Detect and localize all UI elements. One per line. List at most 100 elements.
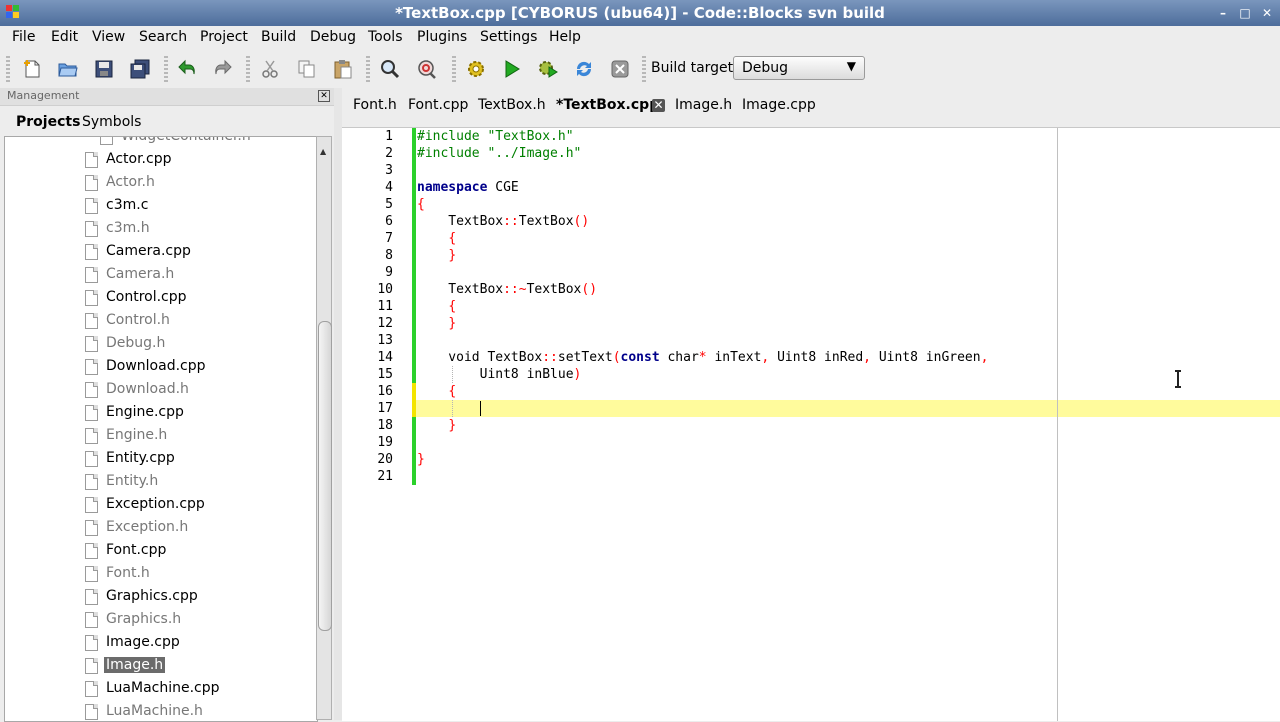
build-button[interactable]	[464, 58, 488, 80]
tree-item-label: Graphics.h	[106, 611, 182, 627]
undo-icon	[178, 59, 195, 75]
tab-symbols[interactable]: Symbols	[82, 114, 141, 130]
menu-tools[interactable]: Tools	[368, 29, 403, 45]
find-button[interactable]	[378, 58, 402, 80]
tree-item-label: Control.cpp	[106, 289, 187, 305]
build-target-label: Build target:	[651, 60, 738, 76]
new-file-button[interactable]	[20, 58, 44, 80]
line-number: 11	[377, 299, 393, 314]
line-number: 2	[385, 146, 393, 161]
build-target-select[interactable]: Debug ▼	[733, 56, 865, 80]
toolbar-grip-6[interactable]	[642, 56, 646, 82]
tree-item-label: Exception.cpp	[106, 496, 205, 512]
minimize-icon[interactable]: –	[1216, 6, 1230, 20]
window-title: *TextBox.cpp [CYBORUS (ubu64)] - Code::B…	[395, 4, 885, 22]
menu-settings[interactable]: Settings	[480, 29, 537, 45]
open-folder-icon	[58, 63, 78, 77]
menu-debug[interactable]: Debug	[310, 29, 356, 45]
scroll-up-icon[interactable]: ▲	[320, 147, 326, 156]
code-line: namespace CGE	[417, 180, 519, 195]
menu-project[interactable]: Project	[200, 29, 248, 45]
code-line: {	[448, 384, 457, 399]
management-header: Management ✕	[0, 88, 334, 106]
line-number: 1	[385, 129, 393, 144]
menu-search[interactable]: Search	[139, 29, 187, 45]
build-target-value: Debug	[742, 60, 789, 76]
tab-image-h[interactable]: Image.h	[675, 97, 732, 113]
copy-button[interactable]	[295, 58, 319, 80]
toolbar-grip-3[interactable]	[246, 56, 250, 82]
menu-help[interactable]: Help	[549, 29, 581, 45]
management-title: Management	[7, 89, 80, 102]
unsaved-change-bar	[412, 383, 416, 417]
project-tree-scrollbar[interactable]: ▲	[316, 136, 332, 720]
toolbar-grip-5[interactable]	[452, 56, 456, 82]
run-button[interactable]	[500, 58, 524, 80]
menu-plugins[interactable]: Plugins	[417, 29, 467, 45]
redo-button[interactable]	[211, 58, 235, 80]
project-tree[interactable]: WidgetContainer.h Actor.cpp Actor.h c3m.c c3…	[4, 136, 318, 722]
tab-font-h[interactable]: Font.h	[353, 97, 397, 113]
toolbar-grip-4[interactable]	[366, 56, 370, 82]
abort-button[interactable]	[608, 58, 632, 80]
file-icon	[85, 497, 98, 513]
code-line: #include "../Image.h"	[417, 146, 582, 161]
open-file-button[interactable]	[56, 58, 80, 80]
tab-close-icon[interactable]: ✕	[652, 99, 665, 112]
menu-file[interactable]: File	[12, 29, 35, 45]
file-icon	[85, 474, 98, 490]
paste-button[interactable]	[331, 58, 355, 80]
code-line: }	[448, 316, 457, 331]
close-icon[interactable]: ✕	[318, 90, 330, 102]
replace-button[interactable]	[414, 58, 438, 80]
tree-item-label: LuaMachine.h	[106, 703, 203, 719]
menu-bar: File Edit View Search Project Build Debu…	[0, 26, 1280, 48]
tree-item-label: Entity.cpp	[106, 450, 175, 466]
tree-item-label: Exception.h	[106, 519, 189, 535]
file-icon	[100, 137, 113, 145]
undo-button[interactable]	[175, 58, 199, 80]
save-all-button[interactable]	[128, 58, 152, 80]
toolbar-grip-2[interactable]	[164, 56, 168, 82]
menu-build[interactable]: Build	[261, 29, 296, 45]
toolbar-grip[interactable]	[6, 56, 10, 82]
tab-textbox-cpp[interactable]: *TextBox.cpp	[556, 97, 659, 113]
file-icon	[85, 313, 98, 329]
menu-view[interactable]: View	[92, 29, 125, 45]
tree-item-label: LuaMachine.cpp	[106, 680, 220, 696]
line-number: 6	[385, 214, 393, 229]
tab-projects[interactable]: Projects	[16, 114, 80, 130]
close-window-icon[interactable]: ✕	[1260, 6, 1274, 20]
tree-item-label: Graphics.cpp	[106, 588, 198, 604]
panel-splitter[interactable]	[334, 88, 342, 720]
find-replace-icon	[418, 60, 436, 79]
code-editor[interactable]: 1 2 3 4 5 6 7 8 9 10 11 12 13 14 15 16 17 18 19 20 21 #inclu…	[342, 127, 1280, 721]
indent-guide	[452, 400, 453, 417]
maximize-icon[interactable]: □	[1238, 6, 1252, 20]
text-caret	[480, 401, 481, 416]
tree-item-label: Control.h	[106, 312, 170, 328]
rebuild-button[interactable]	[572, 58, 596, 80]
gear-play-icon	[539, 61, 558, 78]
file-icon	[85, 221, 98, 237]
line-number-gutter: 1 2 3 4 5 6 7 8 9 10 11 12 13 14 15 16 17 18 19 20 21	[342, 128, 414, 721]
scrollbar-thumb[interactable]	[318, 321, 332, 631]
file-icon	[85, 704, 98, 720]
tree-item-label: Entity.h	[106, 473, 159, 489]
build-and-run-button[interactable]	[536, 58, 560, 80]
tab-font-cpp[interactable]: Font.cpp	[408, 97, 468, 113]
line-number: 15	[377, 367, 393, 382]
tree-item-label: Engine.cpp	[106, 404, 184, 420]
cut-button[interactable]	[258, 58, 282, 80]
save-button[interactable]	[92, 58, 116, 80]
menu-edit[interactable]: Edit	[51, 29, 78, 45]
code-line: #include "TextBox.h"	[417, 129, 574, 144]
file-icon	[85, 359, 98, 375]
new-file-icon	[24, 60, 40, 78]
tab-textbox-h[interactable]: TextBox.h	[478, 97, 546, 113]
rebuild-icon	[576, 61, 592, 77]
line-number: 7	[385, 231, 393, 246]
line-number: 10	[377, 282, 393, 297]
tab-image-cpp[interactable]: Image.cpp	[742, 97, 816, 113]
line-number: 19	[377, 435, 393, 450]
